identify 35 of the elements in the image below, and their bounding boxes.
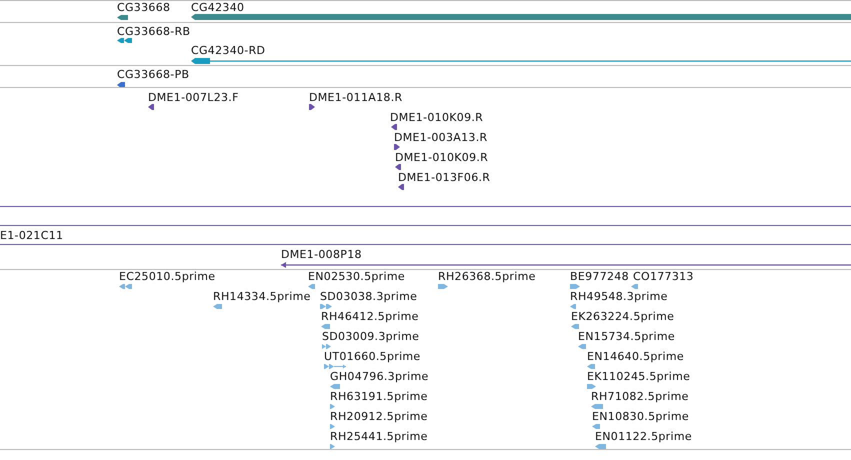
feature-label: SD03038.3prime — [320, 290, 418, 303]
feature-label: CG33668-RB — [117, 25, 190, 38]
feature-label: DME1-010K09.R — [390, 111, 484, 124]
feature-label: RH63191.5prime — [330, 390, 428, 403]
feature-label: EN14640.5prime — [587, 350, 684, 363]
feature-label: BE977248 — [570, 270, 629, 283]
feature-label: CG42340-RD — [191, 44, 266, 57]
feature-label: EN02530.5prime — [308, 270, 405, 283]
feature-label: EN15734.5prime — [578, 330, 675, 343]
feature-label: DME1-008P18 — [281, 248, 362, 261]
feature-label: EC25010.5prime — [119, 270, 216, 283]
feature-label: DME1-011A18.R — [309, 91, 402, 104]
feature-label: DME1-010K09.R — [395, 151, 488, 164]
feature-label: RH14334.5prime — [213, 290, 311, 303]
feature-label: EK110245.5prime — [587, 370, 690, 383]
feature-label: RH71082.5prime — [591, 390, 689, 403]
feature-label: RH26368.5prime — [438, 270, 536, 283]
feature-label: EK263224.5prime — [571, 310, 674, 323]
feature-label: CO177313 — [633, 270, 694, 283]
feature-label: RH20912.5prime — [330, 410, 428, 423]
feature-label: CG33668 — [117, 1, 170, 14]
feature-label: RH25441.5prime — [330, 430, 428, 443]
feature-label: CG42340 — [191, 1, 244, 14]
feature-label: EN10830.5prime — [592, 410, 689, 423]
feature-label: DME1-013F06.R — [398, 171, 490, 184]
feature-label: RH49548.3prime — [570, 290, 668, 303]
feature-label: UT01660.5prime — [324, 350, 421, 363]
feature-label: DME1-003A13.R — [394, 131, 488, 144]
feature-label: DME1-007L23.F — [148, 91, 239, 104]
feature-label: EN01122.5prime — [595, 430, 692, 443]
feature-label: CG33668-PB — [117, 68, 190, 81]
feature-label: E1-021C11 — [0, 229, 64, 242]
feature-label: GH04796.3prime — [330, 370, 429, 383]
feature-label: RH46412.5prime — [321, 310, 419, 323]
feature-label: SD03009.3prime — [322, 330, 420, 343]
